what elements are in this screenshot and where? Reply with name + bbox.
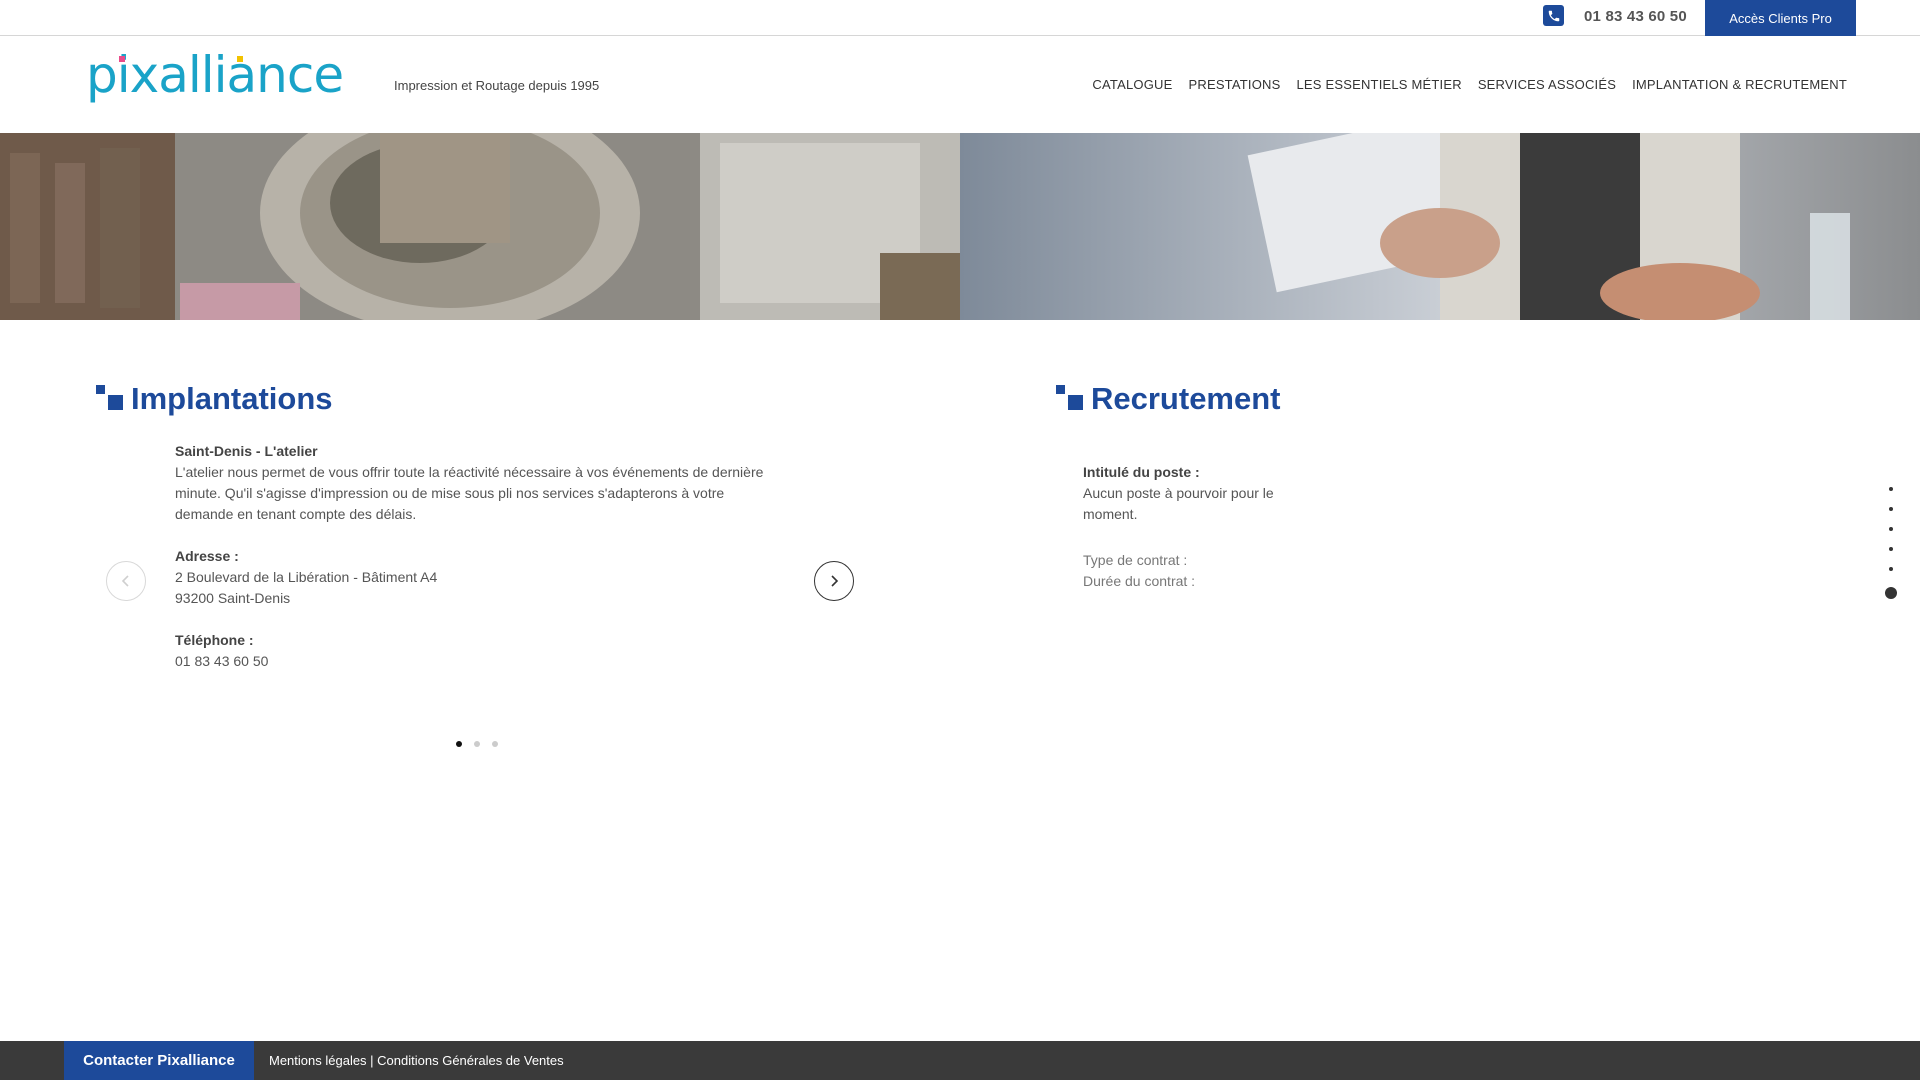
job-title-label: Intitulé du poste : bbox=[1083, 464, 1200, 480]
chevron-left-icon bbox=[121, 575, 129, 587]
pixalliance-logo[interactable]: pixalliance bbox=[84, 54, 364, 114]
section-square-icon bbox=[96, 385, 125, 413]
city-aerial-image bbox=[0, 133, 960, 320]
top-phone-number[interactable]: 01 83 43 60 50 bbox=[1584, 8, 1687, 25]
nav-essentiels-metier[interactable]: LES ESSENTIELS MÉTIER bbox=[1297, 77, 1462, 92]
carousel-dots bbox=[456, 741, 498, 747]
cgv-link[interactable]: Conditions Générales de Ventes bbox=[377, 1053, 563, 1068]
site-phone: 01 83 43 60 50 bbox=[175, 653, 269, 669]
footer: Contacter Pixalliance Mentions légales |… bbox=[0, 1041, 1920, 1080]
side-nav-dot-3[interactable] bbox=[1889, 527, 1893, 531]
nav-catalogue[interactable]: CATALOGUE bbox=[1092, 77, 1172, 92]
site-header: pixalliance Impression et Routage depuis… bbox=[0, 36, 1920, 133]
main-nav: CATALOGUE PRESTATIONS LES ESSENTIELS MÉT… bbox=[1092, 77, 1847, 92]
chevron-right-icon bbox=[831, 575, 839, 587]
legal-link[interactable]: Mentions légales bbox=[269, 1053, 367, 1068]
hero-banner bbox=[0, 133, 1920, 320]
side-nav-dot-1[interactable] bbox=[1889, 487, 1893, 491]
top-bar: 01 83 43 60 50 Accès Clients Pro bbox=[0, 0, 1920, 36]
site-description: L'atelier nous permet de vous offrir tou… bbox=[175, 464, 764, 522]
implantations-title: Implantations bbox=[96, 381, 333, 417]
footer-links: Mentions légales | Conditions Générales … bbox=[269, 1053, 564, 1068]
tagline: Impression et Routage depuis 1995 bbox=[394, 78, 600, 93]
job-offer: Intitulé du poste : Aucun poste à pourvo… bbox=[1083, 462, 1313, 592]
job-title-value: Aucun poste à pourvoir pour le moment. bbox=[1083, 485, 1274, 522]
carousel-next-button[interactable] bbox=[814, 561, 854, 601]
carousel-dot-1[interactable] bbox=[456, 741, 462, 747]
address-label: Adresse : bbox=[175, 548, 239, 564]
implantation-slide: Saint-Denis - L'atelier L'atelier nous p… bbox=[175, 441, 775, 672]
handshake-image bbox=[960, 133, 1920, 320]
contract-duration-label: Durée du contrat : bbox=[1083, 573, 1196, 589]
section-square-icon bbox=[1056, 385, 1085, 413]
nav-implantation-recrutement[interactable]: IMPLANTATION & RECRUTEMENT bbox=[1632, 77, 1847, 92]
phone-icon bbox=[1543, 5, 1564, 26]
contact-button[interactable]: Contacter Pixalliance bbox=[64, 1041, 254, 1080]
side-nav-dot-2[interactable] bbox=[1889, 507, 1893, 511]
side-nav-dot-4[interactable] bbox=[1889, 547, 1893, 551]
site-name: Saint-Denis - L'atelier bbox=[175, 443, 318, 459]
address-line-2: 93200 Saint-Denis bbox=[175, 590, 291, 606]
carousel-prev-button[interactable] bbox=[106, 561, 146, 601]
section-side-nav bbox=[1885, 487, 1897, 599]
footer-separator: | bbox=[366, 1053, 378, 1068]
nav-prestations[interactable]: PRESTATIONS bbox=[1188, 77, 1280, 92]
nav-services-associes[interactable]: SERVICES ASSOCIÉS bbox=[1478, 77, 1616, 92]
contract-type-label: Type de contrat : bbox=[1083, 552, 1188, 568]
recrutement-heading-text: Recrutement bbox=[1091, 381, 1281, 416]
side-nav-dot-6[interactable] bbox=[1885, 587, 1897, 599]
carousel-dot-3[interactable] bbox=[492, 741, 498, 747]
phone-label: Téléphone : bbox=[175, 632, 254, 648]
address-line-1: 2 Boulevard de la Libération - Bâtiment … bbox=[175, 569, 438, 585]
implantations-heading-text: Implantations bbox=[131, 381, 333, 416]
recrutement-title: Recrutement bbox=[1056, 381, 1281, 417]
side-nav-dot-5[interactable] bbox=[1889, 567, 1893, 571]
carousel-dot-2[interactable] bbox=[474, 741, 480, 747]
pro-access-button[interactable]: Accès Clients Pro bbox=[1705, 0, 1856, 36]
